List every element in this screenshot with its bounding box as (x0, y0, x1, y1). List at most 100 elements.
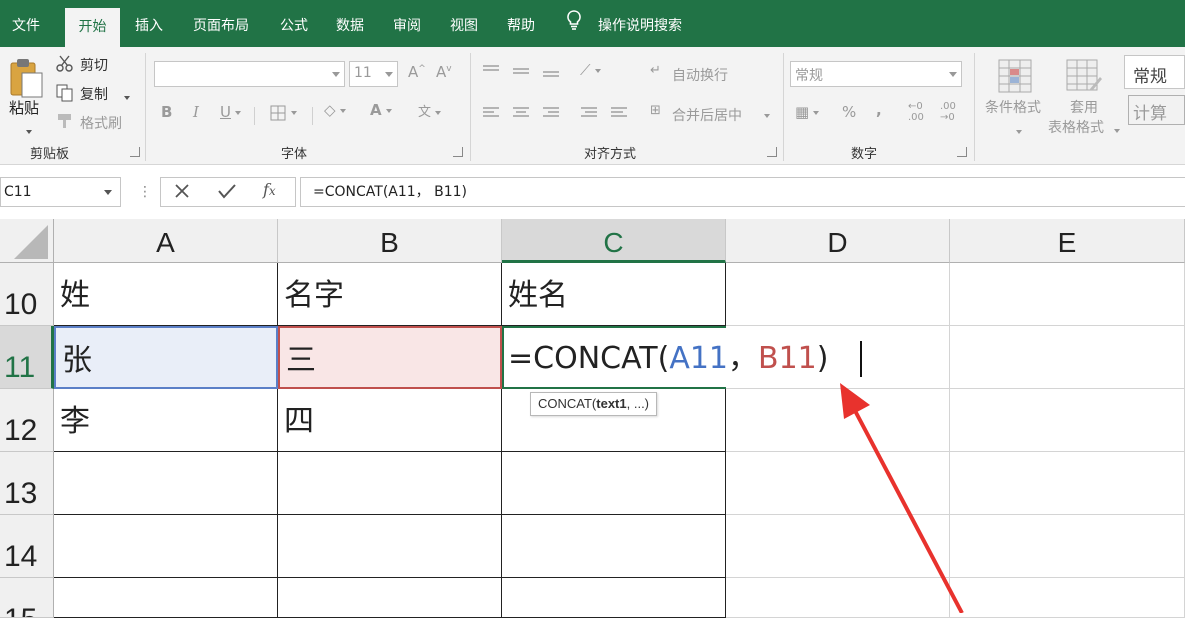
group-divider (145, 53, 146, 161)
conditional-format-button[interactable]: 条件格式 (985, 97, 1041, 117)
cell-a15[interactable] (54, 578, 278, 618)
enter-icon[interactable] (217, 182, 237, 204)
cell-c15[interactable] (502, 578, 726, 618)
cell-d10[interactable] (726, 263, 950, 326)
style-calculation-cell[interactable]: 计算 (1128, 95, 1185, 125)
paste-dropdown-icon[interactable] (22, 121, 32, 140)
align-left-icon[interactable] (482, 105, 642, 125)
accounting-format-icon[interactable]: ▦ (795, 103, 820, 121)
row-header-15[interactable]: 15 (0, 578, 54, 618)
font-color-icon[interactable]: A (370, 101, 392, 119)
phonetic-guide-icon[interactable]: 文 (418, 101, 442, 120)
clipboard-launcher-icon[interactable] (130, 147, 140, 157)
cell-c13[interactable] (502, 452, 726, 515)
tab-page-layout[interactable]: 页面布局 (180, 0, 262, 47)
number-format-select[interactable]: 常规 (790, 61, 962, 87)
formula-buttons: fx (160, 177, 296, 207)
tab-formulas[interactable]: 公式 (270, 0, 318, 47)
cell-b12[interactable]: 四 (278, 389, 502, 452)
decrease-font-icon[interactable]: Av (436, 63, 452, 81)
column-header-c[interactable]: C (502, 219, 726, 263)
number-launcher-icon[interactable] (957, 147, 967, 157)
column-header-d[interactable]: D (726, 219, 950, 263)
cell-c11-editor[interactable]: =CONCAT(A11，B11) (508, 326, 829, 389)
comma-style-icon[interactable]: , (876, 101, 882, 119)
cell-a13[interactable] (54, 452, 278, 515)
percent-icon[interactable]: % (842, 103, 856, 121)
column-header-b[interactable]: B (278, 219, 502, 263)
format-painter-button[interactable]: 格式刷 (80, 113, 122, 133)
increase-font-icon[interactable]: A^ (408, 63, 426, 81)
formula-input[interactable]: =CONCAT(A11， B11) (300, 177, 1185, 207)
tab-view[interactable]: 视图 (440, 0, 488, 47)
cell-a11[interactable]: 张 (54, 326, 278, 389)
style-normal-label: 常规 (1133, 67, 1167, 87)
merge-center-button[interactable]: 合并后居中 (672, 105, 742, 125)
style-normal-cell[interactable]: 常规 (1124, 55, 1185, 89)
format-as-table-dropdown-icon[interactable] (1110, 120, 1120, 139)
tell-me-search[interactable]: 操作说明搜索 (566, 0, 682, 47)
row-header-13[interactable]: 13 (0, 452, 54, 515)
font-launcher-icon[interactable] (453, 147, 463, 157)
row-header-11[interactable]: 11 (0, 326, 54, 389)
copy-dropdown-icon[interactable] (120, 87, 130, 106)
insert-function-icon[interactable]: fx (263, 180, 276, 199)
tab-review[interactable]: 审阅 (383, 0, 431, 47)
cell-c14[interactable] (502, 515, 726, 578)
select-all-button[interactable] (0, 219, 54, 263)
cell-b14[interactable] (278, 515, 502, 578)
cell-b15[interactable] (278, 578, 502, 618)
row-header-14[interactable]: 14 (0, 515, 54, 578)
clipboard-group-label: 剪贴板 (30, 147, 70, 162)
increase-decimal-icon[interactable]: ←0.00 (908, 101, 924, 123)
bold-icon[interactable]: B (161, 103, 172, 121)
cell-e12[interactable] (950, 389, 1185, 452)
cancel-icon[interactable] (173, 182, 191, 204)
cell-e11[interactable] (950, 326, 1185, 389)
cell-b13[interactable] (278, 452, 502, 515)
tab-insert[interactable]: 插入 (124, 0, 174, 47)
paste-icon[interactable] (8, 57, 44, 99)
cell-b10[interactable]: 名字 (278, 263, 502, 326)
cell-e10[interactable] (950, 263, 1185, 326)
copy-button[interactable]: 复制 (80, 84, 108, 104)
cell-a12[interactable]: 李 (54, 389, 278, 452)
row-header-12[interactable]: 12 (0, 389, 54, 452)
cell-e13[interactable] (950, 452, 1185, 515)
tab-file[interactable]: 文件 (0, 0, 52, 47)
alignment-launcher-icon[interactable] (767, 147, 777, 157)
tab-help[interactable]: 帮助 (497, 0, 545, 47)
align-top-icon[interactable] (482, 63, 562, 83)
format-as-table-icon[interactable] (1066, 59, 1102, 97)
cell-e14[interactable] (950, 515, 1185, 578)
wrap-text-button[interactable]: 自动换行 (672, 65, 728, 85)
more-options-icon[interactable]: ⋮ (138, 184, 153, 200)
conditional-format-dropdown-icon[interactable] (1012, 121, 1022, 140)
paste-button[interactable]: 粘贴 (9, 97, 39, 118)
cell-c10[interactable]: 姓名 (502, 263, 726, 326)
tab-data[interactable]: 数据 (326, 0, 374, 47)
merge-center-icon[interactable]: ⊞ (650, 103, 661, 118)
underline-icon[interactable]: U (220, 103, 241, 121)
orientation-icon[interactable]: ⟋ (580, 61, 601, 79)
column-header-a[interactable]: A (54, 219, 278, 263)
font-size-select[interactable]: 11 (349, 61, 398, 87)
cell-a10[interactable]: 姓 (54, 263, 278, 326)
cell-e15[interactable] (950, 578, 1185, 618)
fill-color-icon[interactable]: ◇ (324, 101, 346, 119)
wrap-text-icon[interactable]: ↵ (650, 63, 661, 78)
cell-b11[interactable]: 三 (278, 326, 502, 389)
decrease-decimal-icon[interactable]: .00 →0 (940, 101, 956, 123)
format-as-table-button[interactable]: 表格格式 (1048, 117, 1104, 137)
name-box[interactable]: C11 (0, 177, 121, 207)
cut-button[interactable]: 剪切 (80, 55, 108, 75)
column-header-e[interactable]: E (950, 219, 1185, 263)
row-header-10[interactable]: 10 (0, 263, 54, 326)
merge-dropdown-icon[interactable] (760, 105, 770, 124)
conditional-format-icon[interactable] (998, 59, 1032, 97)
font-name-select[interactable] (154, 61, 345, 87)
borders-icon[interactable] (270, 105, 300, 125)
tab-home[interactable]: 开始 (65, 8, 120, 47)
italic-icon[interactable]: I (193, 103, 199, 121)
cell-a14[interactable] (54, 515, 278, 578)
